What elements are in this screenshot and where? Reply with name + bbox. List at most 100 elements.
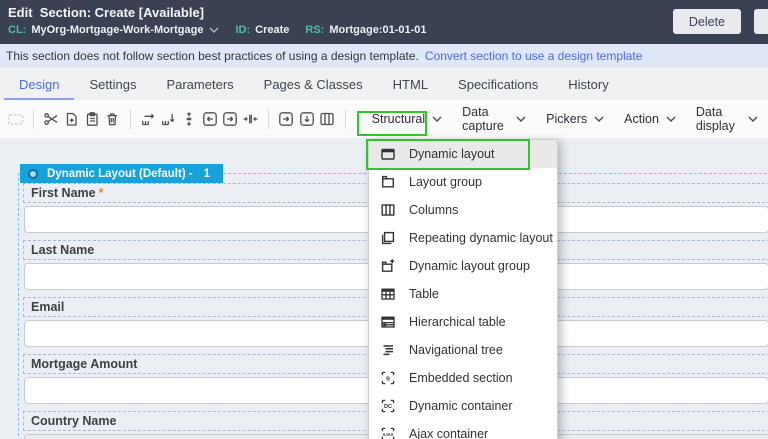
pickers-menu-button[interactable]: Pickers [536,112,614,126]
svg-text:AJAX: AJAX [382,432,393,437]
menu-item-label: Dynamic layout group [409,259,530,273]
menu-item-label: Dynamic container [409,399,513,413]
trash-icon[interactable] [102,107,123,131]
meta-class: CL: MyOrg-Mortgage-Work-Mortgage [8,24,219,36]
dynamic-container-icon: DC [380,398,396,414]
menu-item-label: Ajax container [409,427,489,439]
cut-icon[interactable] [41,107,62,131]
field-label: Mortgage Amount [31,357,138,371]
meta-class-key: CL: [8,24,27,36]
meta-id: ID: Create [235,24,289,36]
meta-id-key: ID: [235,24,251,36]
required-asterisk: * [98,186,104,200]
toolbar-separator [268,109,270,129]
action-menu-button[interactable]: Action [614,112,686,126]
menu-item-hierarchical-table[interactable]: Hierarchical table [369,308,557,336]
menu-item-dynamic-container[interactable]: DC Dynamic container [369,392,557,420]
structural-menu-button[interactable]: Structural [362,112,453,126]
repeating-dynamic-layout-icon [380,230,396,246]
design-toolbar: Structural Data capture Pickers Action D… [0,100,768,138]
tab-history[interactable]: History [553,69,623,100]
svg-text:s: s [386,374,390,383]
menu-item-label: Navigational tree [409,343,503,357]
field-label: Country Name [31,414,117,428]
insert-right-icon[interactable] [276,107,297,131]
toolbar-separator [129,109,131,129]
structural-menu-label: Structural [371,112,426,126]
columns-icon [380,202,396,218]
best-practice-warning-bar: This section does not follow section bes… [0,44,768,67]
menu-item-ajax-container[interactable]: AJAX Ajax container [369,420,557,439]
move-field-down-icon[interactable] [158,107,179,131]
menu-item-table[interactable]: Table [369,280,557,308]
actions-button-clipped[interactable]: A [754,9,768,34]
data-display-menu-button[interactable]: Data display [686,105,768,133]
menu-item-label: Dynamic layout [409,147,495,161]
meta-ruleset-key: RS: [305,24,325,36]
chevron-down-icon [432,116,442,122]
layout-group-icon [380,174,396,190]
dynamic-layout-header[interactable]: Dynamic Layout (Default) - 1 [20,164,224,183]
tab-settings[interactable]: Settings [74,69,151,100]
menu-item-label: Table [409,287,439,301]
indent-left-icon[interactable] [199,107,220,131]
topbar: Edit Section: Create [Available] CL: MyO… [0,0,768,44]
data-capture-menu-button[interactable]: Data capture [452,105,536,133]
menu-item-columns[interactable]: Columns [369,196,557,224]
dynamic-layout-group-icon [380,258,396,274]
field-label: Email [31,300,65,314]
svg-text:DC: DC [384,404,392,410]
menu-item-label: Repeating dynamic layout [409,231,553,245]
action-menu-label: Action [624,112,659,126]
field-label: Last Name [31,243,95,257]
toolbar-separator [32,109,34,129]
columns-layout-icon[interactable] [317,107,338,131]
delete-button[interactable]: Delete [672,9,741,34]
chevron-down-icon [666,116,676,122]
tab-design[interactable]: Design [4,69,75,100]
page-title: Edit Section: Create [Available] [8,5,205,20]
layout-title: Dynamic Layout (Default) - [47,167,193,180]
indent-right-icon[interactable] [220,107,241,131]
hierarchical-table-icon [380,314,396,330]
table-icon [380,286,396,302]
tab-bar: Design Settings Parameters Pages & Class… [0,67,768,100]
navigational-tree-icon [380,342,396,358]
menu-item-repeating-dynamic-layout[interactable]: Repeating dynamic layout [369,224,557,252]
tab-html[interactable]: HTML [378,69,443,100]
move-field-right-icon[interactable] [138,107,159,131]
menu-item-dynamic-layout[interactable]: Dynamic layout [369,140,557,168]
data-display-menu-label: Data display [695,105,735,133]
meta-class-value: MyOrg-Mortgage-Work-Mortgage [31,24,204,36]
chevron-down-icon [748,116,758,122]
embedded-section-icon: s [380,370,396,386]
tab-pages-classes[interactable]: Pages & Classes [249,69,378,100]
meta-id-value: Create [255,24,290,36]
menu-item-label: Layout group [409,175,482,189]
menu-item-label: Columns [409,203,459,217]
menu-item-layout-group[interactable]: Layout group [369,168,557,196]
insert-below-icon[interactable] [297,107,318,131]
chevron-down-icon [594,116,604,122]
chevron-down-icon[interactable] [209,27,219,33]
menu-item-embedded-section[interactable]: s Embedded section [369,364,557,392]
tab-parameters[interactable]: Parameters [151,69,248,100]
rule-meta: CL: MyOrg-Mortgage-Work-Mortgage ID: Cre… [8,24,443,36]
copy-icon[interactable] [61,107,82,131]
menu-item-navigational-tree[interactable]: Navigational tree [369,336,557,364]
collapse-horizontal-icon[interactable] [240,107,261,131]
pega-section-editor: Edit Section: Create [Available] CL: MyO… [0,0,768,439]
layout-index: 1 [203,167,211,180]
menu-item-dynamic-layout-group[interactable]: Dynamic layout group [369,252,557,280]
component-menus: Structural Data capture Pickers Action D… [362,105,768,133]
toolbar-separator [344,109,346,129]
marquee-select-icon[interactable] [5,107,26,131]
structural-dropdown-menu: Dynamic layout Layout group Columns Repe… [368,139,558,439]
tab-specifications[interactable]: Specifications [443,69,553,100]
paste-icon[interactable] [82,107,103,131]
meta-ruleset-value: Mortgage:01-01-01 [329,24,427,36]
menu-item-label: Hierarchical table [409,315,506,329]
layout-handle-icon [28,168,38,179]
convert-template-link[interactable]: Convert section to use a design template [425,49,642,63]
vertical-spacing-icon[interactable] [179,107,200,131]
